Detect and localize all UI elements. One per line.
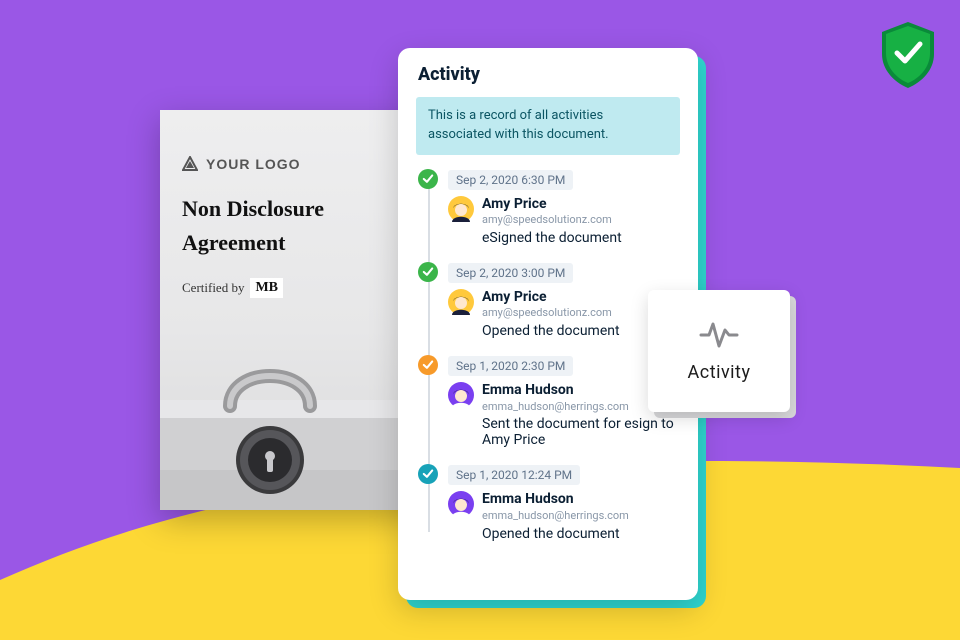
padlock-illustration [160,320,435,510]
avatar [448,289,474,315]
activity-timeline: Sep 2, 2020 6:30 PMAmy Priceamy@speedsol… [418,169,680,542]
avatar [448,382,474,408]
brand-logo-text: YOUR LOGO [206,156,301,172]
avatar [448,491,474,517]
certification-line: Certified by MB [182,278,413,298]
status-check-icon [418,355,438,375]
activity-timestamp: Sep 2, 2020 3:00 PM [448,263,573,283]
activity-item[interactable]: Sep 2, 2020 3:00 PM Amy Priceamy@speedsol… [418,262,680,339]
activity-user-email: amy@speedsolutionz.com [482,306,612,320]
activity-panel-title: Activity [418,64,680,85]
activity-item[interactable]: Sep 1, 2020 12:24 PM Emma Hudsonemma_huds… [418,464,680,541]
status-check-icon [418,169,438,189]
activity-timestamp: Sep 1, 2020 12:24 PM [448,465,580,485]
activity-user-name: Amy Price [482,196,612,214]
activity-user-name: Emma Hudson [482,382,629,400]
activity-user-email: emma_hudson@herrings.com [482,509,629,523]
activity-user-email: amy@speedsolutionz.com [482,213,612,227]
document-title: Non Disclosure Agreement [182,192,413,260]
shield-check-icon [878,20,938,90]
activity-item[interactable]: Sep 1, 2020 2:30 PM Emma Hudsonemma_hudso… [418,355,680,448]
activity-user-name: Amy Price [482,289,612,307]
activity-action: Opened the document [482,526,680,542]
document-title-line1: Non Disclosure [182,192,413,226]
activity-wave-icon [699,320,739,350]
brand-logo: YOUR LOGO [182,156,413,172]
activity-notice: This is a record of all activities assoc… [416,97,680,155]
activity-user-email: emma_hudson@herrings.com [482,400,629,414]
activity-action: Sent the document for esign to Amy Price [482,416,680,448]
activity-item[interactable]: Sep 2, 2020 6:30 PM Amy Priceamy@speedsol… [418,169,680,246]
status-check-icon [418,262,438,282]
status-check-icon [418,464,438,484]
activity-timestamp: Sep 2, 2020 6:30 PM [448,170,573,190]
document-title-line2: Agreement [182,226,413,260]
activity-user-name: Emma Hudson [482,491,629,509]
activity-chip-label: Activity [688,362,751,383]
document-preview-card: YOUR LOGO Non Disclosure Agreement Certi… [160,110,435,510]
activity-action: eSigned the document [482,230,680,246]
brand-logo-icon [182,156,198,172]
activity-timestamp: Sep 1, 2020 2:30 PM [448,356,573,376]
avatar [448,196,474,222]
certification-prefix: Certified by [182,280,244,296]
stage: YOUR LOGO Non Disclosure Agreement Certi… [0,0,960,640]
certification-brand: MB [250,278,283,298]
activity-chip[interactable]: Activity [648,290,790,412]
